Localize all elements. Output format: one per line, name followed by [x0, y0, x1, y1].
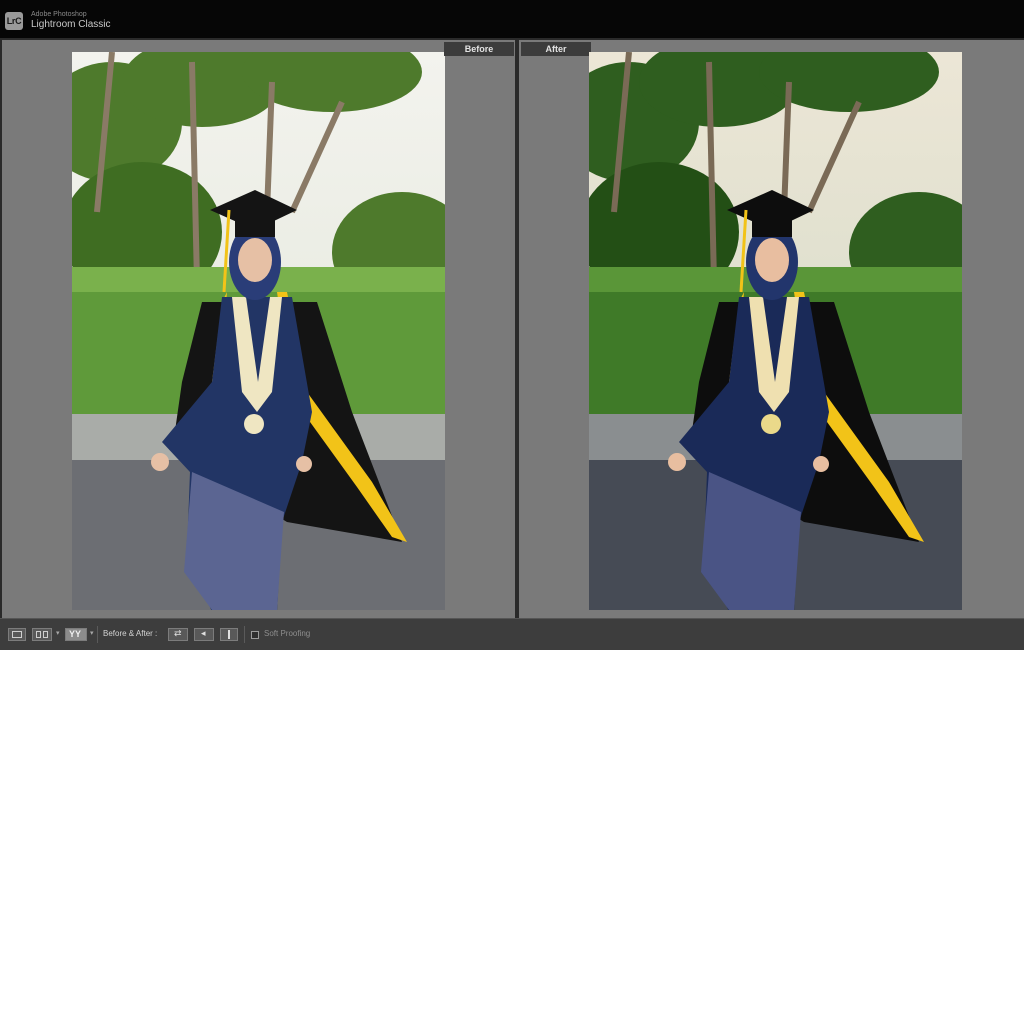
compare-view-button[interactable]: [32, 628, 52, 641]
loupe-view-icon: [12, 631, 22, 638]
bottom-toolbar: ▾ YY ▾ Before & After : ⇄ ◂ Soft Proofin…: [0, 618, 1024, 650]
toolbar-divider: [244, 626, 245, 643]
before-after-view-button[interactable]: YY: [65, 628, 87, 641]
split-view-button[interactable]: [220, 628, 238, 641]
title-bar: LrC Adobe Photoshop Lightroom Classic: [0, 0, 1024, 38]
swap-before-after-button[interactable]: ⇄: [168, 628, 188, 641]
loupe-view-button[interactable]: [8, 628, 26, 641]
copy-settings-icon: ◂: [201, 628, 206, 638]
after-photo: [589, 52, 962, 610]
before-pane: Before: [2, 40, 515, 618]
compare-view-icon: [36, 631, 41, 638]
compare-view-dropdown-icon[interactable]: ▾: [56, 629, 60, 637]
before-label: Before: [444, 42, 514, 56]
app-logo: LrC: [5, 12, 23, 30]
toolbar-divider: [97, 626, 98, 643]
after-pane: After: [519, 40, 1024, 618]
before-after-label: Before & After :: [103, 629, 158, 638]
soft-proofing-label: Soft Proofing: [264, 629, 311, 638]
after-label: After: [521, 42, 591, 56]
before-after-dropdown-icon[interactable]: ▾: [90, 629, 94, 637]
swap-before-after-icon: ⇄: [174, 628, 182, 638]
copy-settings-button[interactable]: ◂: [194, 628, 214, 641]
before-after-view-icon: YY: [69, 629, 82, 639]
lightroom-window: LrC Adobe Photoshop Lightroom Classic Be…: [0, 0, 1024, 650]
app-vendor: Adobe Photoshop: [31, 11, 87, 18]
before-after-workarea: Before After: [0, 38, 1024, 618]
soft-proofing-checkbox[interactable]: [251, 631, 259, 639]
split-view-icon: [228, 630, 230, 639]
app-name: Lightroom Classic: [31, 19, 111, 30]
before-photo: [72, 52, 445, 610]
